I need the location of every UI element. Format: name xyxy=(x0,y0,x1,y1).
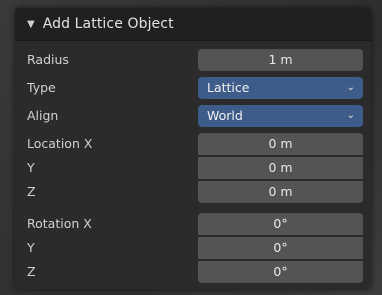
location-z-label: Z xyxy=(27,184,36,199)
collapse-triangle-icon[interactable]: ▼ xyxy=(27,19,35,30)
align-label: Align xyxy=(27,108,59,123)
location-y-label: Y xyxy=(27,160,35,175)
rotation-y-field[interactable]: 0° xyxy=(198,237,363,259)
panel-title: Add Lattice Object xyxy=(42,16,174,32)
rotation-y-row: Y 0° xyxy=(15,236,371,260)
location-y-row: Y 0 m xyxy=(15,156,371,180)
rotation-y-label: Y xyxy=(27,240,35,255)
radius-field[interactable]: 1 m xyxy=(198,49,363,71)
rotation-z-row: Z 0° xyxy=(15,260,371,284)
radius-row: Radius 1 m xyxy=(15,48,371,72)
align-dropdown[interactable]: World ⌄ xyxy=(198,105,363,127)
chevron-down-icon: ⌄ xyxy=(346,82,355,93)
type-row: Type Lattice ⌄ xyxy=(15,76,371,100)
align-value: World xyxy=(207,108,243,123)
location-y-field[interactable]: 0 m xyxy=(198,157,363,179)
type-value: Lattice xyxy=(207,80,250,95)
location-x-field[interactable]: 0 m xyxy=(198,133,363,155)
panel-header[interactable]: ▼ Add Lattice Object xyxy=(15,8,371,41)
rotation-z-label: Z xyxy=(27,264,36,279)
radius-label: Radius xyxy=(27,52,69,67)
location-x-label: Location X xyxy=(27,136,93,151)
rotation-x-field[interactable]: 0° xyxy=(198,213,363,235)
align-row: Align World ⌄ xyxy=(15,104,371,128)
rotation-z-field[interactable]: 0° xyxy=(198,261,363,283)
type-dropdown[interactable]: Lattice ⌄ xyxy=(198,77,363,99)
rotation-x-row: Rotation X 0° xyxy=(15,212,371,236)
location-z-field[interactable]: 0 m xyxy=(198,181,363,203)
rotation-x-label: Rotation X xyxy=(27,216,92,231)
chevron-down-icon: ⌄ xyxy=(346,110,355,121)
add-lattice-object-panel: ▼ Add Lattice Object Radius 1 m Type Lat… xyxy=(15,8,371,289)
type-label: Type xyxy=(27,80,56,95)
location-z-row: Z 0 m xyxy=(15,180,371,204)
location-x-row: Location X 0 m xyxy=(15,132,371,156)
